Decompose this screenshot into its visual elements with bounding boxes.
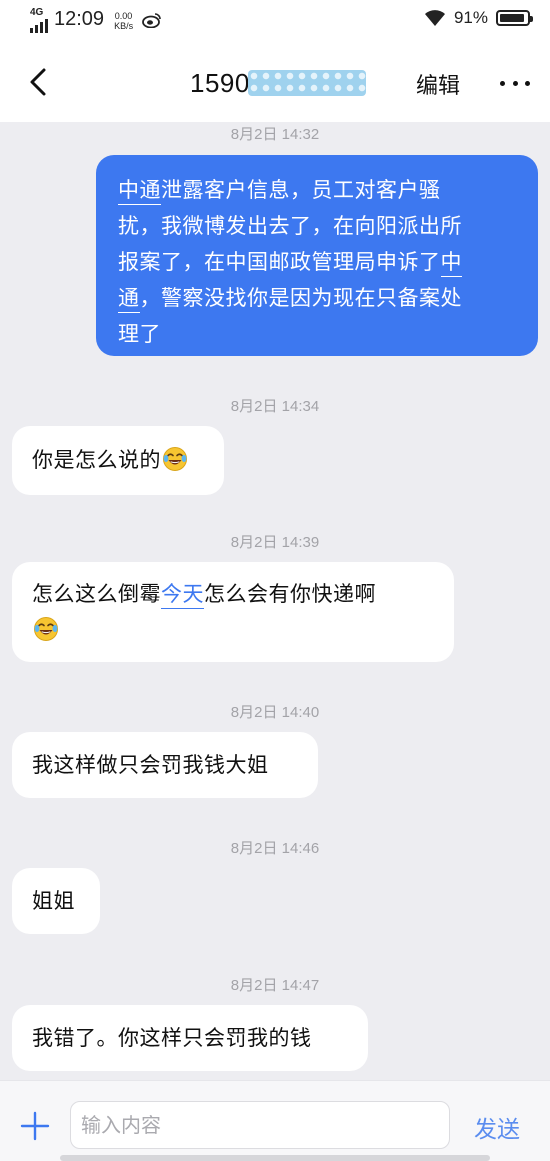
message-text: 怎么这么倒霉 — [32, 582, 161, 606]
message-line: 我错了。你这样只会罚我的钱 — [32, 1020, 348, 1056]
weibo-icon — [142, 13, 161, 28]
timestamp: 8月2日 14:47 — [230, 977, 320, 994]
tears-of-joy-icon — [33, 616, 59, 642]
clock: 12:09 — [54, 8, 105, 30]
timestamp: 8月2日 14:46 — [230, 840, 320, 857]
compose-bar: 发送 — [0, 1080, 550, 1161]
message-link[interactable]: 今天 — [161, 582, 204, 609]
message-line: 扰，我微博发出去了，在向阳派出所 — [118, 208, 518, 244]
contact-title: 1590 — [190, 67, 366, 99]
message-line: 通，警察没找你是因为现在只备案处 — [118, 280, 518, 316]
status-bar: 4G 12:09 0.00 KB/s 91% — [0, 0, 550, 44]
message-line: 中通泄露客户信息，员工对客户骚 — [118, 172, 518, 208]
message-input[interactable] — [70, 1101, 450, 1149]
message-bubble-incoming[interactable]: 我错了。你这样只会罚我的钱 — [12, 1005, 368, 1071]
message-text: 扰，我微博发出去了，在向阳派出所 — [118, 214, 462, 238]
battery-icon — [496, 10, 533, 26]
timestamp: 8月2日 14:34 — [230, 398, 320, 415]
speed-unit: KB/s — [114, 21, 134, 31]
plus-icon[interactable] — [20, 1111, 50, 1141]
battery-percent: 91% — [453, 8, 488, 27]
message-bubble-incoming[interactable]: 我这样做只会罚我钱大姐 — [12, 732, 318, 798]
message-link[interactable]: 通 — [118, 286, 140, 313]
message-list[interactable]: 8月2日 14:32 中通泄露客户信息，员工对客户骚 扰，我微博发出去了，在向阳派… — [0, 122, 550, 1080]
conversation-header: 1590 编辑 — [0, 44, 550, 122]
message-text: 我错了。你这样只会罚我的钱 — [32, 1026, 312, 1050]
message-text: 我这样做只会罚我钱大姐 — [32, 753, 269, 777]
message-line — [32, 612, 434, 648]
message-text: ，警察没找你是因为现在只备案处 — [139, 286, 462, 310]
timestamp: 8月2日 14:39 — [230, 534, 320, 551]
more-dots-icon[interactable] — [500, 70, 530, 96]
message-text: 姐姐 — [32, 889, 75, 913]
tears-of-joy-icon — [162, 446, 188, 472]
message-text: 怎么会有你快递啊 — [204, 582, 376, 606]
timestamp: 8月2日 14:32 — [230, 126, 320, 143]
message-text: 你是怎么说的 — [32, 448, 161, 472]
speed-value: 0.00 — [114, 11, 133, 21]
message-link[interactable]: 中 — [440, 250, 462, 277]
network-type: 4G — [30, 7, 44, 18]
message-line: 你是怎么说的 — [32, 442, 204, 478]
message-bubble-incoming[interactable]: 姐姐 — [12, 868, 100, 934]
message-bubble-outgoing[interactable]: 中通泄露客户信息，员工对客户骚 扰，我微博发出去了，在向阳派出所 报案了，在中国邮政… — [96, 155, 538, 356]
timestamp: 8月2日 14:40 — [230, 704, 320, 721]
signal-icon — [30, 19, 48, 33]
chevron-left-icon[interactable] — [22, 64, 58, 100]
network-indicator: 4G — [30, 8, 48, 33]
message-text: 泄露客户信息，员工对客户骚 — [161, 178, 441, 202]
message-line: 报案了，在中国邮政管理局申诉了中 — [118, 244, 518, 280]
redaction-mask — [247, 70, 366, 96]
battery-fill — [500, 14, 524, 22]
contact-number: 1590 — [190, 67, 250, 98]
message-line: 我这样做只会罚我钱大姐 — [32, 747, 298, 783]
wifi-icon — [424, 10, 445, 26]
message-text: 报案了，在中国邮政管理局申诉了 — [118, 250, 441, 274]
send-button[interactable]: 发送 — [474, 1110, 520, 1144]
message-line: 理了 — [118, 316, 518, 352]
message-link[interactable]: 中通 — [118, 178, 161, 205]
home-indicator — [60, 1155, 490, 1161]
message-bubble-incoming[interactable]: 怎么这么倒霉今天怎么会有你快递啊 — [12, 562, 454, 662]
network-speed: 0.00 KB/s — [114, 11, 133, 31]
message-line: 怎么这么倒霉今天怎么会有你快递啊 — [32, 576, 434, 612]
message-line: 姐姐 — [32, 883, 80, 919]
message-bubble-incoming[interactable]: 你是怎么说的 — [12, 426, 224, 495]
edit-button[interactable]: 编辑 — [416, 68, 460, 100]
message-text: 理了 — [118, 322, 161, 346]
